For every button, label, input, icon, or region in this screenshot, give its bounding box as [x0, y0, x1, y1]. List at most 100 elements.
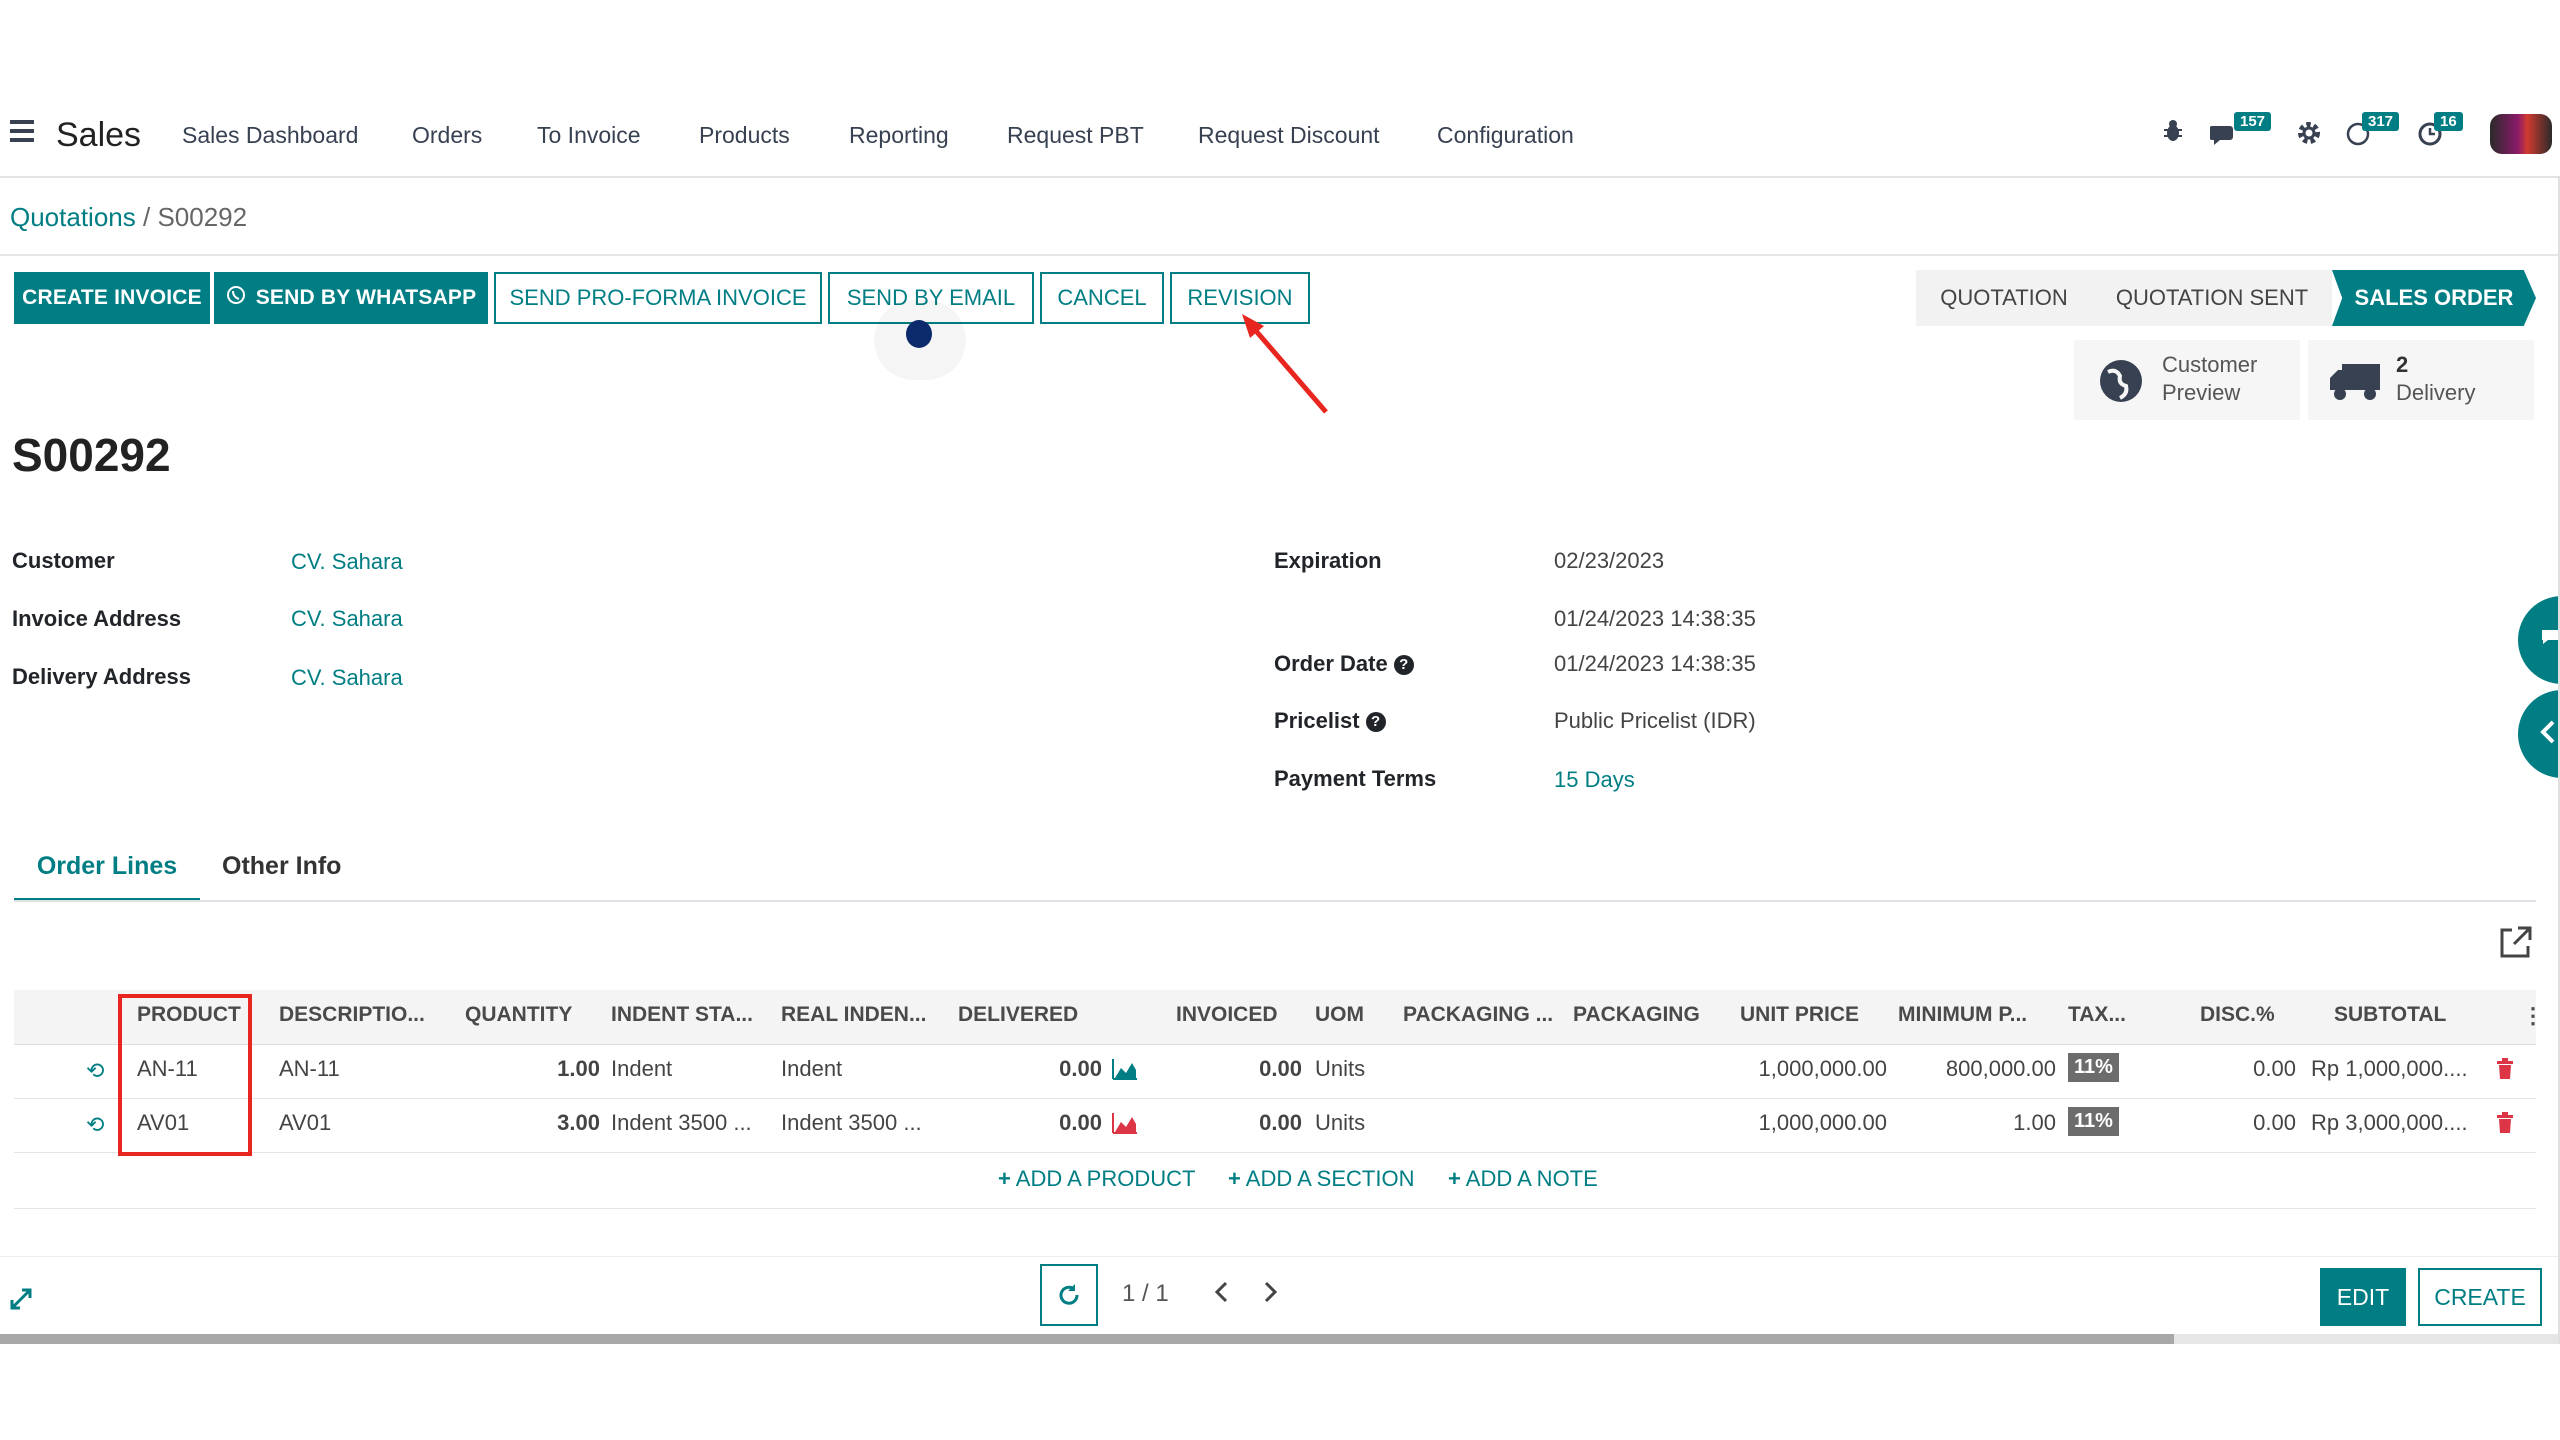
header-minimum-price[interactable]: MINIMUM P...: [1898, 1003, 2027, 1027]
send-proforma-invoice-button[interactable]: SEND PRO-FORMA INVOICE: [494, 272, 822, 324]
customer-field[interactable]: CV. Sahara: [291, 549, 403, 575]
tab-other-info-label: Other Info: [222, 852, 342, 880]
forecast-chart-icon[interactable]: [1112, 1112, 1138, 1140]
app-name[interactable]: Sales: [56, 116, 141, 155]
pager-previous-icon[interactable]: [1212, 1280, 1230, 1309]
cell-invoiced[interactable]: 0.00: [1200, 1110, 1302, 1136]
header-invoiced[interactable]: INVOICED: [1176, 1003, 1278, 1027]
scrollbar-thumb[interactable]: [0, 1334, 2174, 1344]
header-delivered[interactable]: DELIVERED: [958, 1003, 1078, 1027]
cell-minimum-price[interactable]: 1.00: [1840, 1110, 2056, 1136]
help-icon[interactable]: ?: [1365, 712, 1386, 733]
header-quantity[interactable]: QUANTITY: [465, 1003, 572, 1027]
cell-real-indent[interactable]: Indent: [781, 1056, 842, 1082]
row-history-icon[interactable]: ⟲: [86, 1112, 104, 1138]
menu-toggle-icon[interactable]: [10, 120, 34, 142]
stage-quotation[interactable]: QUOTATION: [1916, 270, 2092, 326]
table-footer-line: [14, 1208, 2536, 1209]
user-avatar[interactable]: [2490, 114, 2552, 154]
cell-quantity[interactable]: 3.00: [500, 1110, 600, 1136]
cell-discount[interactable]: 0.00: [2170, 1110, 2296, 1136]
add-note-link[interactable]: + ADD A NOTE: [1448, 1166, 1598, 1192]
cell-delivered[interactable]: 0.00: [1000, 1110, 1102, 1136]
cell-minimum-price[interactable]: 800,000.00: [1840, 1056, 2056, 1082]
cell-quantity[interactable]: 1.00: [500, 1056, 600, 1082]
breadcrumb-quotations-link[interactable]: Quotations: [10, 202, 136, 232]
header-taxes[interactable]: TAX...: [2068, 1003, 2126, 1027]
tax-badge[interactable]: 11%: [2068, 1053, 2119, 1082]
cell-indent-status[interactable]: Indent: [611, 1056, 672, 1082]
cancel-button[interactable]: CANCEL: [1040, 272, 1164, 324]
expiration-label: Expiration: [1274, 548, 1382, 573]
cell-description[interactable]: AN-11: [279, 1056, 340, 1082]
external-link-icon[interactable]: [2496, 924, 2534, 962]
tab-other-info[interactable]: Other Info: [222, 852, 341, 898]
tax-badge[interactable]: 11%: [2068, 1107, 2119, 1136]
customer-preview-button[interactable]: Customer Preview: [2074, 340, 2300, 420]
whatsapp-icon: [226, 285, 246, 311]
menu-configuration[interactable]: Configuration: [1437, 122, 1574, 149]
header-discount[interactable]: DISC.%: [2200, 1003, 2275, 1027]
invoice-address-field[interactable]: CV. Sahara: [291, 606, 403, 632]
plus-icon: +: [1228, 1166, 1241, 1191]
menu-products[interactable]: Products: [699, 122, 790, 149]
create-button[interactable]: CREATE: [2418, 1268, 2542, 1326]
delivery-address-field[interactable]: CV. Sahara: [291, 665, 403, 691]
cell-uom[interactable]: Units: [1315, 1056, 1365, 1082]
delivery-button[interactable]: 2 Delivery: [2308, 340, 2534, 420]
header-unit-price[interactable]: UNIT PRICE: [1740, 1003, 1859, 1027]
top-navbar: Sales Sales Dashboard Orders To Invoice …: [0, 96, 2560, 178]
reload-button[interactable]: [1040, 1264, 1098, 1326]
menu-request-discount[interactable]: Request Discount: [1198, 122, 1380, 149]
customer-preview-label-2: Preview: [2162, 380, 2241, 405]
expiration-field[interactable]: 02/23/2023: [1554, 548, 1664, 574]
cell-invoiced[interactable]: 0.00: [1200, 1056, 1302, 1082]
cell-discount[interactable]: 0.00: [2170, 1056, 2296, 1082]
column-options-icon[interactable]: ⋮: [2522, 1003, 2544, 1029]
header-packaging[interactable]: PACKAGING: [1573, 1003, 1700, 1027]
payment-terms-field[interactable]: 15 Days: [1554, 767, 1635, 793]
expand-icon[interactable]: [10, 1288, 32, 1315]
cell-delivered[interactable]: 0.00: [1000, 1056, 1102, 1082]
pager-value[interactable]: 1 / 1: [1122, 1280, 1169, 1308]
menu-orders[interactable]: Orders: [412, 122, 482, 149]
create-invoice-button[interactable]: CREATE INVOICE: [14, 272, 210, 324]
header-indent-status[interactable]: INDENT STA...: [611, 1003, 753, 1027]
chat-side-button[interactable]: [2518, 596, 2560, 684]
delete-row-icon[interactable]: [2496, 1058, 2514, 1086]
add-product-link[interactable]: + ADD A PRODUCT: [998, 1166, 1195, 1192]
pager-next-icon[interactable]: [1262, 1280, 1280, 1309]
menu-reporting[interactable]: Reporting: [849, 122, 949, 149]
settings-icon[interactable]: [2296, 120, 2322, 153]
cell-real-indent[interactable]: Indent 3500 ...: [781, 1110, 922, 1136]
cell-description[interactable]: AV01: [279, 1110, 331, 1136]
tab-order-lines[interactable]: Order Lines: [14, 852, 200, 901]
menu-sales-dashboard[interactable]: Sales Dashboard: [182, 122, 358, 149]
menu-to-invoice[interactable]: To Invoice: [537, 122, 641, 149]
help-icon[interactable]: ?: [1393, 655, 1414, 676]
stage-quotation-sent[interactable]: QUOTATION SENT: [2092, 270, 2332, 326]
menu-request-pbt[interactable]: Request PBT: [1007, 122, 1144, 149]
header-subtotal[interactable]: SUBTOTAL: [2334, 1003, 2446, 1027]
record-title: S00292: [12, 429, 171, 481]
cell-uom[interactable]: Units: [1315, 1110, 1365, 1136]
send-by-whatsapp-button[interactable]: SEND BY WHATSAPP: [214, 272, 488, 324]
cell-indent-status[interactable]: Indent 3500 ...: [611, 1110, 752, 1136]
activities-badge: 317: [2362, 112, 2400, 131]
pricelist-field[interactable]: Public Pricelist (IDR): [1554, 708, 1756, 734]
header-real-indent[interactable]: REAL INDEN...: [781, 1003, 926, 1027]
delete-row-icon[interactable]: [2496, 1112, 2514, 1140]
add-section-link[interactable]: + ADD A SECTION: [1228, 1166, 1414, 1192]
collapse-side-button[interactable]: [2518, 690, 2560, 778]
row-history-icon[interactable]: ⟲: [86, 1058, 104, 1084]
stage-sales-order-label: SALES ORDER: [2354, 285, 2514, 310]
header-packaging-qty[interactable]: PACKAGING ...: [1403, 1003, 1553, 1027]
edit-button[interactable]: EDIT: [2320, 1268, 2406, 1326]
horizontal-scrollbar[interactable]: [0, 1334, 2560, 1344]
stage-sales-order[interactable]: SALES ORDER: [2332, 270, 2536, 326]
forecast-chart-icon[interactable]: [1112, 1058, 1138, 1086]
bug-icon[interactable]: [2162, 118, 2184, 151]
order-date-field[interactable]: 01/24/2023 14:38:35: [1554, 651, 1756, 677]
header-uom[interactable]: UOM: [1315, 1003, 1364, 1027]
header-description[interactable]: DESCRIPTIO...: [279, 1003, 425, 1027]
